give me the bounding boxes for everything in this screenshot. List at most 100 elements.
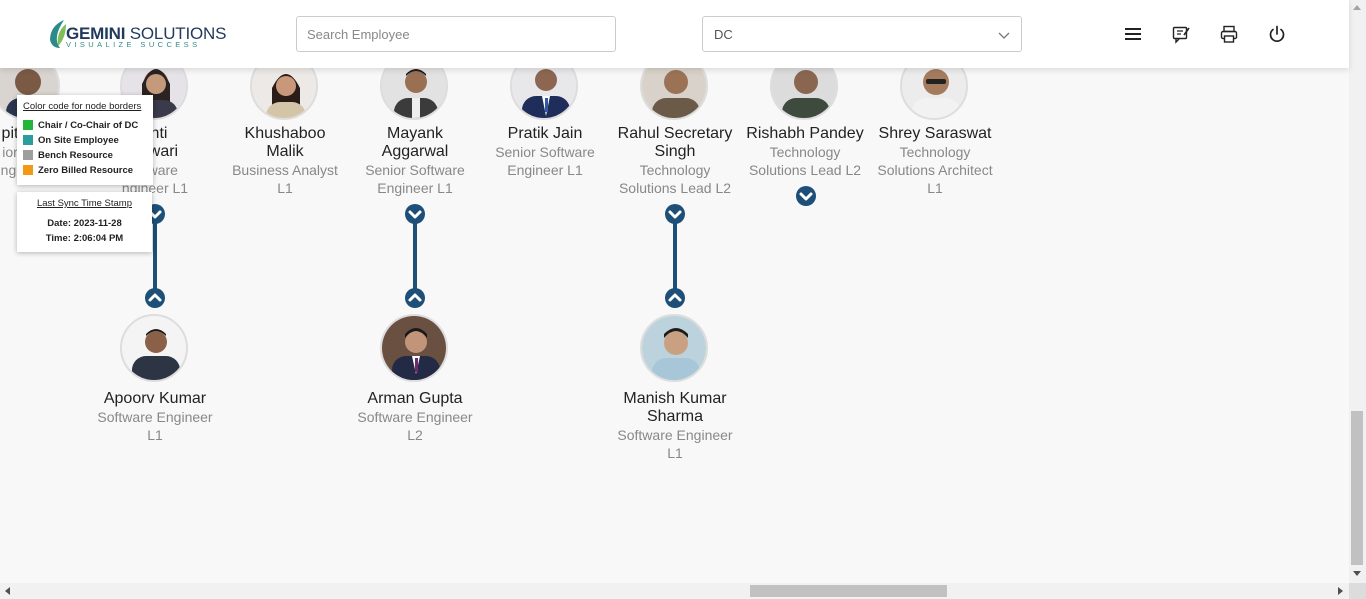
logo-tagline: VISUALIZE SUCCESS (66, 40, 201, 49)
expand-parent-button[interactable] (665, 288, 685, 308)
sync-title: Last Sync Time Stamp (36, 198, 133, 209)
legend-label: Zero Billed Resource (38, 165, 134, 176)
employee-name-line: Apoorv Kumar (103, 390, 207, 407)
sync-time: Time: 2:06:04 PM (45, 233, 124, 244)
dc-select-value: DC (714, 27, 733, 42)
employee-name-line: Manish Kumar (623, 390, 727, 407)
employee-name-line: Rishabh Pandey (746, 125, 864, 142)
employee-title-line: Software Engineer (357, 409, 473, 425)
feedback-icon[interactable] (1171, 24, 1191, 44)
employee-title-line: Solutions Architect (877, 162, 993, 178)
color-legend: Color code for node borders Chair / Co-C… (17, 95, 153, 185)
expand-parent-button[interactable] (145, 288, 165, 308)
employee-title-line: Technology (769, 144, 841, 160)
employee-title-line: Technology (899, 144, 971, 160)
employee-title-line: Senior Software (365, 162, 465, 178)
employee-name[interactable]: Mayank Aggarwal (353, 125, 477, 161)
employee-name-line: Arman Gupta (367, 390, 463, 407)
scrollbar-corner (1349, 583, 1366, 599)
employee-name[interactable]: Rahul Secretary Singh (613, 125, 737, 161)
employee-avatar[interactable] (120, 314, 188, 382)
legend-swatch (23, 150, 33, 160)
sync-date: Date: 2023-11-28 (47, 218, 122, 229)
expand-parent-button[interactable] (405, 288, 425, 308)
employee-name-line: Rahul Secretary (617, 125, 733, 142)
employee-title: Business Analyst L1 (223, 161, 347, 197)
employee-title-line: L1 (667, 445, 683, 461)
vertical-scrollbar[interactable] (1349, 0, 1366, 583)
employee-title-line: Business Analyst (232, 162, 338, 178)
employee-title-line: Solutions Lead L2 (748, 162, 862, 178)
company-logo[interactable]: GEMINI SOLUTIONS VISUALIZE SUCCESS (46, 18, 226, 50)
employee-name[interactable]: Apoorv Kumar (93, 390, 217, 408)
employee-title-line: Software Engineer (617, 427, 733, 443)
employee-name[interactable]: Manish Kumar Sharma (613, 390, 737, 426)
print-icon[interactable] (1219, 24, 1239, 44)
employee-title-line: Technology (639, 162, 711, 178)
employee-name-line: Sharma (646, 408, 704, 425)
employee-title-line: L1 (277, 180, 293, 196)
chevron-up-icon (148, 293, 162, 302)
chevron-up-icon (408, 293, 422, 302)
employee-title-line: L2 (407, 427, 423, 443)
employee-name-line: Khushaboo (244, 125, 326, 142)
collapse-children-button[interactable] (665, 204, 685, 224)
employee-title-line: Engineer L1 (377, 180, 453, 196)
scroll-down-arrow[interactable] (1353, 571, 1361, 576)
tree-connector-line (413, 222, 417, 290)
expand-children-button[interactable] (796, 186, 816, 206)
scroll-left-arrow[interactable] (5, 587, 10, 595)
legend-label: Chair / Co-Chair of DC (38, 120, 139, 131)
employee-avatar[interactable] (380, 314, 448, 382)
dc-select[interactable]: DC (702, 16, 1022, 52)
employee-avatar[interactable] (640, 314, 708, 382)
employee-title-line: Solutions Lead L2 (618, 180, 732, 196)
collapse-children-button[interactable] (405, 204, 425, 224)
horizontal-scroll-thumb[interactable] (750, 585, 947, 597)
employee-title: Senior Software Engineer L1 (353, 161, 477, 197)
employee-title-line: Engineer L1 (507, 162, 583, 178)
leaf-logo-icon (50, 20, 66, 48)
chevron-up-icon (668, 293, 682, 302)
employee-name-line: Mayank (386, 125, 444, 142)
chevron-down-icon (799, 192, 813, 201)
chevron-down-icon (668, 210, 682, 219)
vertical-scroll-thumb[interactable] (1351, 411, 1363, 565)
employee-title-line: Senior Software (495, 144, 595, 160)
legend-swatch (23, 135, 33, 145)
top-header: GEMINI SOLUTIONS VISUALIZE SUCCESS DC (0, 0, 1349, 68)
scroll-right-arrow[interactable] (1338, 587, 1343, 595)
horizontal-scrollbar[interactable] (0, 583, 1349, 599)
employee-title: Software Engineer L1 (93, 408, 217, 444)
legend-title: Color code for node borders (23, 101, 142, 112)
scroll-up-arrow[interactable] (1353, 5, 1361, 10)
employee-title: Technology Solutions Lead L2 (613, 161, 737, 197)
search-employee-input[interactable] (296, 16, 616, 52)
menu-icon[interactable] (1123, 24, 1143, 44)
employee-name[interactable]: Rishabh Pandey (743, 125, 867, 143)
legend-swatch (23, 120, 33, 130)
employee-name[interactable]: Arman Gupta (353, 390, 477, 408)
employee-title-line: L1 (927, 180, 943, 196)
employee-name-line: Pratik Jain (507, 125, 583, 142)
chevron-down-icon (998, 32, 1010, 39)
employee-name-line: Aggarwal (381, 143, 449, 160)
employee-name-line: Singh (654, 143, 696, 160)
employee-name-line: Shrey Saraswat (878, 125, 992, 142)
employee-title: Senior Software Engineer L1 (483, 143, 607, 179)
employee-name[interactable]: Shrey Saraswat (873, 125, 997, 143)
tree-connector-line (673, 222, 677, 290)
org-chart-canvas[interactable]: pit ior ngi shti shwari oftware ngineer … (0, 0, 1349, 583)
employee-title: Technology Solutions Architect L1 (873, 143, 997, 197)
employee-title: Software Engineer L2 (353, 408, 477, 444)
employee-title: Technology Solutions Lead L2 (743, 143, 867, 179)
employee-name-line: Malik (266, 143, 304, 160)
power-icon[interactable] (1267, 24, 1287, 44)
legend-label: On Site Employee (38, 135, 119, 146)
employee-title: Software Engineer L1 (613, 426, 737, 462)
tree-connector-line (153, 222, 157, 290)
employee-title-line: Software Engineer (97, 409, 213, 425)
employee-name[interactable]: Khushaboo Malik (223, 125, 347, 161)
employee-name[interactable]: Pratik Jain (483, 125, 607, 143)
legend-label: Bench Resource (38, 150, 113, 161)
